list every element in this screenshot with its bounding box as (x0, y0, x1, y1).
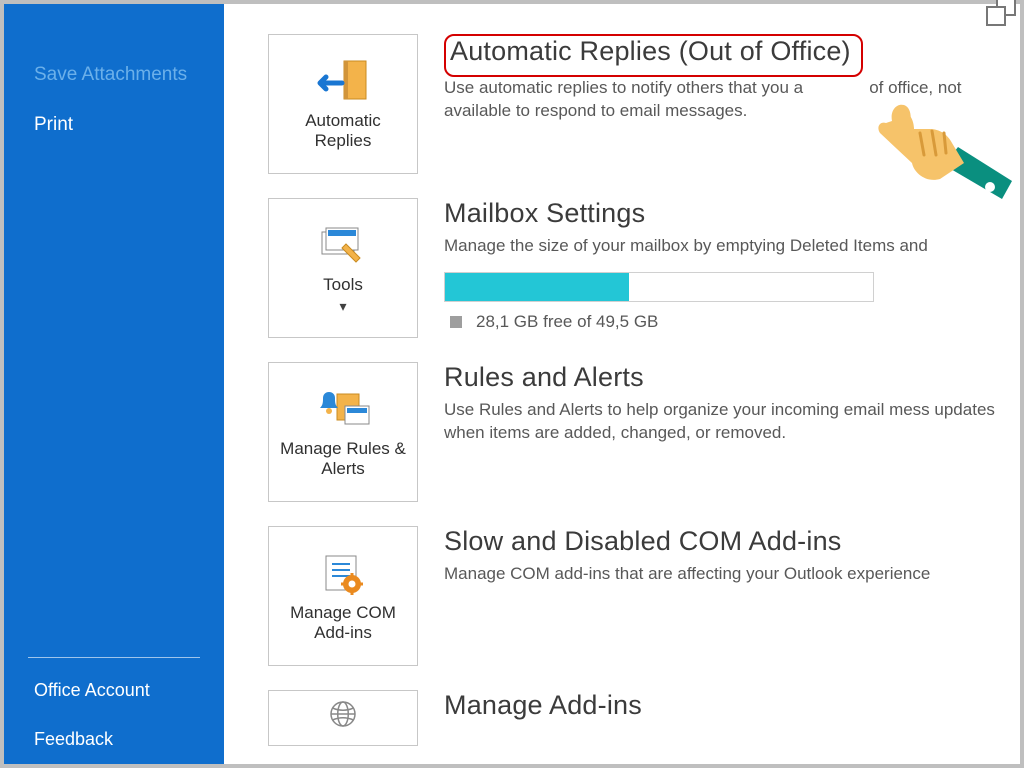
sidebar-divider (28, 657, 200, 658)
sidebar-item-label: Print (34, 114, 73, 135)
tile-label: Automatic Replies (277, 111, 409, 151)
sidebar-item-label: Feedback (34, 729, 113, 749)
tile-manage-com-addins[interactable]: Manage COM Add-ins (268, 526, 418, 666)
mailbox-storage-bar (444, 272, 874, 302)
section-desc: Use automatic replies to notify others t… (444, 77, 1020, 123)
sidebar-item-feedback[interactable]: Feedback (4, 715, 224, 764)
tile-label: Manage COM Add-ins (277, 603, 409, 643)
sidebar-item-office-account[interactable]: Office Account (4, 666, 224, 715)
section-title: Manage Add-ins (444, 690, 1020, 721)
tile-tools[interactable]: Tools ▾ (268, 198, 418, 338)
sidebar-item-print[interactable]: Print (4, 100, 224, 150)
outlook-file-backstage: Save Attachments Print Office Account Fe… (0, 0, 1024, 768)
account-info-panel: Automatic Replies Automatic Replies (Out… (224, 4, 1020, 764)
tile-label: Manage Rules & Alerts (277, 439, 409, 479)
legend-square-icon (450, 316, 462, 328)
section-title: Mailbox Settings (444, 198, 1020, 229)
door-arrow-icon (315, 59, 371, 105)
mailbox-storage-text: 28,1 GB free of 49,5 GB (444, 312, 1020, 332)
sidebar: Save Attachments Print Office Account Fe… (4, 4, 224, 764)
section-title: Slow and Disabled COM Add-ins (444, 526, 1020, 557)
tile-label: Tools (323, 275, 363, 295)
rules-alerts-icon (315, 387, 371, 433)
sidebar-item-label: Save Attachments (34, 64, 187, 85)
section-title: Rules and Alerts (444, 362, 1020, 393)
sidebar-item-save-attachments[interactable]: Save Attachments (4, 50, 224, 100)
section-desc: Manage COM add-ins that are affecting yo… (444, 563, 1020, 586)
globe-icon (315, 699, 371, 729)
toolbox-icon (315, 223, 371, 269)
section-title: Automatic Replies (Out of Office) (450, 36, 851, 67)
com-addins-icon (315, 551, 371, 597)
mailbox-storage-fill (445, 273, 629, 301)
section-desc: Manage the size of your mailbox by empty… (444, 235, 1020, 258)
tile-manage-addins[interactable] (268, 690, 418, 746)
dropdown-arrow-icon: ▾ (339, 298, 346, 315)
sidebar-item-label: Office Account (34, 680, 150, 700)
highlight-automatic-replies: Automatic Replies (Out of Office) (444, 34, 863, 77)
section-desc: Use Rules and Alerts to help organize yo… (444, 399, 1020, 445)
tile-manage-rules[interactable]: Manage Rules & Alerts (268, 362, 418, 502)
tile-automatic-replies[interactable]: Automatic Replies (268, 34, 418, 174)
